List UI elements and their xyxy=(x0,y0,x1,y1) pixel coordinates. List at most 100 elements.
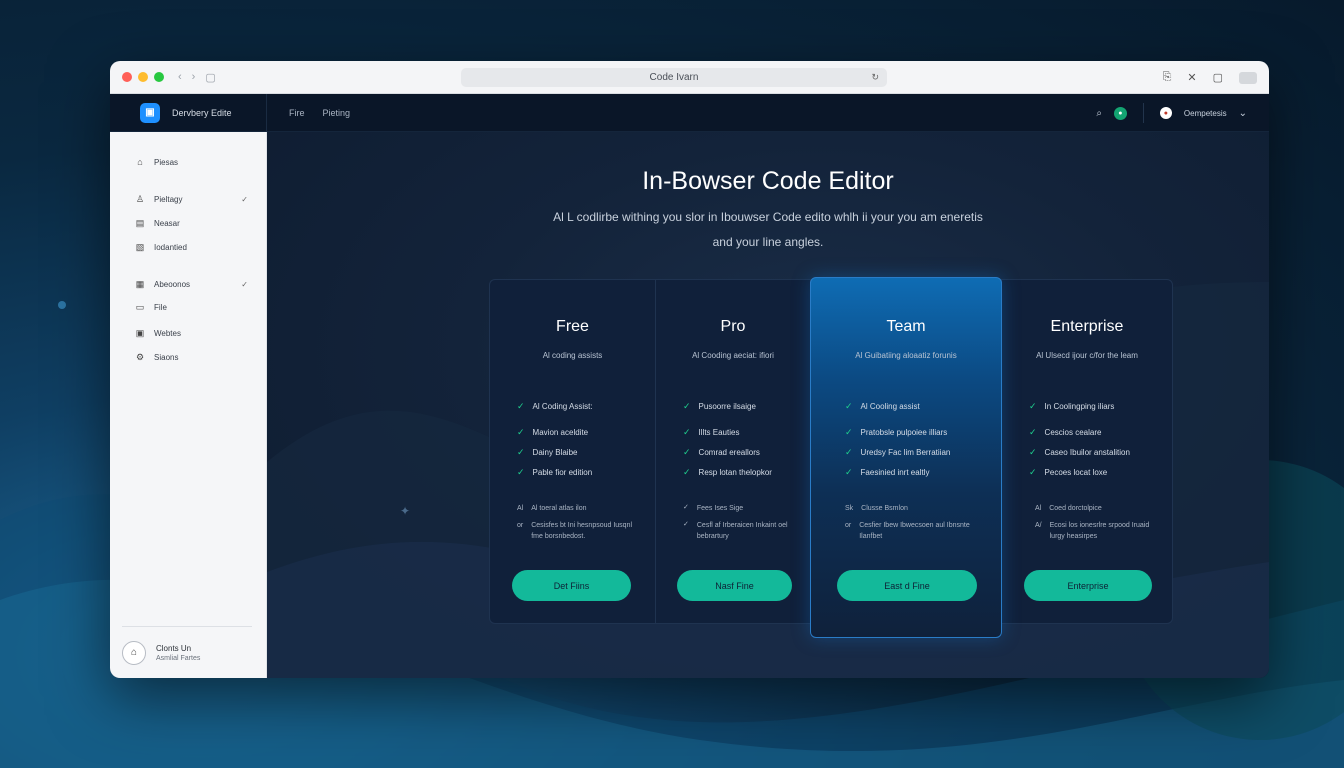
plan-description: Al Cooding aeciat: ifiori xyxy=(692,351,774,360)
plan-description: Al Ulsecd ijour c/for the leam xyxy=(1036,351,1138,360)
file-icon: ▭ xyxy=(135,302,145,312)
sidebar-item-label: File xyxy=(154,303,167,312)
feature-text: Caseo Ibuilor anstalition xyxy=(1044,448,1130,457)
plan-feature: ✓ Al Cooling assist xyxy=(845,401,987,412)
sidebar-item-label: Pieltagy xyxy=(154,195,183,204)
extra-mark: or xyxy=(517,522,524,529)
check-icon: ✓ xyxy=(241,280,248,289)
check-icon: ✓ xyxy=(517,447,525,457)
plan-feature: ✓ Pratobsle pulpoiee illiars xyxy=(845,427,987,438)
feature-text: Mavion aceldite xyxy=(532,428,589,437)
plan-cta-button[interactable]: East d Fine xyxy=(837,570,977,601)
sidebar-item-label: Abeoonos xyxy=(154,280,191,289)
extra-mark: Sk xyxy=(845,505,854,512)
plan-extra: or Cesisfes bt Ini hesnpsoud Iusqnl fme b… xyxy=(517,520,641,542)
main-content: ✦ In-Bowser Code Editor Al L codlirbe wi… xyxy=(267,132,1269,678)
extra-mark: ✓ xyxy=(683,521,689,528)
nav-item-fire[interactable]: Fire xyxy=(289,108,305,118)
extra-text: Al toeral atlas ilon xyxy=(531,505,587,512)
settings-icon: ⚙ xyxy=(135,352,145,362)
plan-feature: ✓ Caseo Ibuilor anstalition xyxy=(1029,448,1158,458)
feature-text: Al Coding Assist: xyxy=(532,402,593,411)
check-icon: ✓ xyxy=(845,467,853,477)
plan-cta-button[interactable]: Det Fiins xyxy=(512,570,631,601)
sidebar-item-pieltagy[interactable]: ♙ Pieltagy ✓ xyxy=(135,194,248,205)
close-window-button[interactable] xyxy=(122,72,132,82)
home-icon: ⌂ xyxy=(137,157,143,167)
address-bar[interactable]: Code Ivarn ↻ xyxy=(461,68,887,87)
search-icon[interactable]: ⌕ xyxy=(1096,108,1102,119)
nav-item-pieting[interactable]: Pieting xyxy=(323,108,351,118)
plan-extra: ✓ Cesfl af Irberaicen Inkaint oel bebrart… xyxy=(683,520,796,542)
app-header: ▣ Dervbery Edite Fire Pieting ⌕ ● ● Oemp… xyxy=(110,93,1269,132)
back-icon[interactable]: ‹ xyxy=(178,71,182,83)
feature-text: Al Cooling assist xyxy=(860,402,920,411)
feature-text: Uredsy Fac lim Berratiian xyxy=(860,448,951,457)
check-icon: ✓ xyxy=(1029,401,1037,411)
sidebar-toggle-icon[interactable]: ▢ xyxy=(205,71,215,84)
status-icon[interactable]: ● xyxy=(1113,106,1127,120)
plan-feature: ✓ Pecoes locat loxe xyxy=(1029,467,1158,478)
feature-text: Pecoes locat loxe xyxy=(1044,468,1108,477)
share-icon[interactable]: ⎘ xyxy=(1163,71,1172,84)
check-icon: ✓ xyxy=(683,467,691,477)
tabs-icon[interactable]: ▢ xyxy=(1213,71,1223,84)
page-title: In-Bowser Code Editor xyxy=(642,167,894,195)
extra-mark: Al xyxy=(517,505,524,512)
close-tab-icon[interactable]: ✕ xyxy=(1187,71,1196,84)
plan-extra: Al Coed dorctolpice xyxy=(1035,503,1158,514)
extra-text: Cesfier Ibew Ibwecsoen aul Ibnsnte Ilanf… xyxy=(859,522,970,540)
user-name[interactable]: Oempetesis xyxy=(1184,109,1227,118)
sidebar-footer[interactable]: ⌂ Clonts Un Asmlial Fartes xyxy=(122,626,252,678)
extra-mark: ✓ xyxy=(683,504,689,511)
chevron-down-icon[interactable]: ⌄ xyxy=(1239,108,1247,119)
sidebar-item-abeoonos[interactable]: ▦ Abeoonos ✓ xyxy=(135,279,248,290)
plan-card-free: Free Al coding assists ✓ Al Coding Assist… xyxy=(489,279,656,624)
plan-cta-button[interactable]: Nasf Fine xyxy=(677,570,792,601)
feature-text: Comrad ereallors xyxy=(698,448,760,457)
extra-text: Cesfl af Irberaicen Inkaint oel bebrartu… xyxy=(696,522,788,540)
sidebar-item-file[interactable]: ▭ File xyxy=(135,302,248,313)
sidebar: ⌂ Piesas ♙ Pieltagy ✓ ▤ Neasar ▧ Iodanti… xyxy=(110,132,267,678)
reload-icon[interactable]: ↻ xyxy=(871,72,879,83)
plan-cta-button[interactable]: Enterprise xyxy=(1024,570,1152,601)
sidebar-item-piesas[interactable]: ⌂ Piesas xyxy=(135,157,248,167)
image-icon: ▧ xyxy=(135,242,145,252)
check-icon: ✓ xyxy=(845,401,853,411)
window-controls xyxy=(122,72,164,82)
forward-icon[interactable]: › xyxy=(192,71,196,83)
feature-text: Cescios cealare xyxy=(1044,428,1102,437)
feature-text: Dainy Blaibe xyxy=(532,448,578,457)
sidebar-item-label: Iodantied xyxy=(154,243,187,252)
plan-description: Al Guibatiing aloaatiz forunis xyxy=(855,351,957,360)
minimize-window-button[interactable] xyxy=(138,72,148,82)
check-icon: ✓ xyxy=(1029,467,1037,477)
brand-name: Dervbery Edite xyxy=(172,107,232,118)
extra-mark: A/ xyxy=(1035,522,1042,529)
extra-mark: or xyxy=(845,522,852,529)
sidebar-item-label: Piesas xyxy=(154,157,179,167)
extra-text: Cesisfes bt Ini hesnpsoud Iusqnl fme bor… xyxy=(531,522,633,540)
sidebar-item-siaons[interactable]: ⚙ Siaons xyxy=(135,352,248,363)
url-text: Code Ivarn xyxy=(649,72,699,83)
sidebar-item-webtes[interactable]: ▣ Webtes xyxy=(135,328,248,339)
check-icon: ✓ xyxy=(517,401,525,411)
user-avatar-icon[interactable]: ● xyxy=(1159,107,1172,119)
plan-extra: A/Ecosi los ionesrlre srpood Iruaid lurg… xyxy=(1035,520,1158,542)
extra-text: Ecosi los ionesrlre srpood Iruaid lurgy … xyxy=(1049,522,1150,540)
brand[interactable]: ▣ Dervbery Edite xyxy=(110,93,267,132)
pricing-cards: Free Al coding assists ✓ Al Coding Assist… xyxy=(489,277,1173,638)
maximize-window-button[interactable] xyxy=(154,72,164,82)
sidebar-item-iodantied[interactable]: ▧ Iodantied xyxy=(135,242,248,253)
plan-card-enterprise: Enterprise Al Ulsecd ijour c/for the lea… xyxy=(1001,279,1173,624)
check-icon: ✓ xyxy=(845,427,853,437)
plan-feature: ✓ Comrad ereallors xyxy=(683,447,796,458)
brand-logo-icon: ▣ xyxy=(140,102,160,123)
extension-icon[interactable] xyxy=(1239,71,1257,84)
sidebar-item-label: Siaons xyxy=(154,353,179,362)
extra-text: Coed dorctolpice xyxy=(1049,505,1102,512)
plan-feature: ✓ Al Coding Assist: xyxy=(517,401,641,412)
check-icon: ✓ xyxy=(683,447,691,457)
sidebar-item-neasar[interactable]: ▤ Neasar xyxy=(135,218,248,229)
feature-text: Pable fior edition xyxy=(532,468,593,477)
